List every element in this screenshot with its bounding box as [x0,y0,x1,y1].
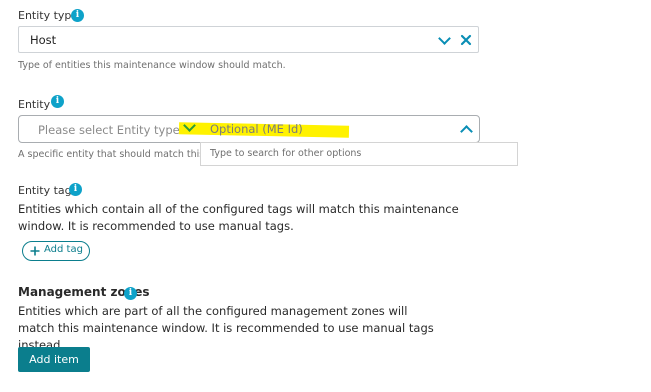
info-icon[interactable]: i [71,9,84,22]
entity-hint: A specific entity that should match this… [18,149,223,160]
add-item-button[interactable]: Add item [18,347,90,372]
entity-search-dropdown[interactable]: Type to search for other options [200,142,518,166]
entity-type-hint: Type of entities this maintenance window… [18,60,286,71]
entity-label: Entity [18,98,51,111]
entity-id-placeholder: Optional (ME Id) [210,122,303,136]
entity-type-label: Entity type [18,9,79,22]
add-tag-label: Add tag [44,244,83,255]
entity-type-select[interactable]: Host [18,26,479,53]
plus-icon [30,246,40,256]
chevron-down-icon[interactable] [438,32,451,45]
chevron-up-icon[interactable] [460,125,473,138]
info-icon[interactable]: i [69,183,82,196]
info-icon[interactable]: i [124,287,137,300]
entity-type-placeholder: Please select Entity type [38,123,180,137]
add-tag-button[interactable]: Add tag [22,241,90,261]
entity-tags-description: Entities which contain all of the config… [18,202,459,233]
clear-icon[interactable] [460,34,472,46]
entity-select[interactable]: Please select Entity type Optional (ME I… [18,115,480,143]
info-icon[interactable]: i [51,95,64,108]
entity-search-input[interactable]: Type to search for other options [210,148,361,159]
entity-type-value: Host [30,33,57,47]
